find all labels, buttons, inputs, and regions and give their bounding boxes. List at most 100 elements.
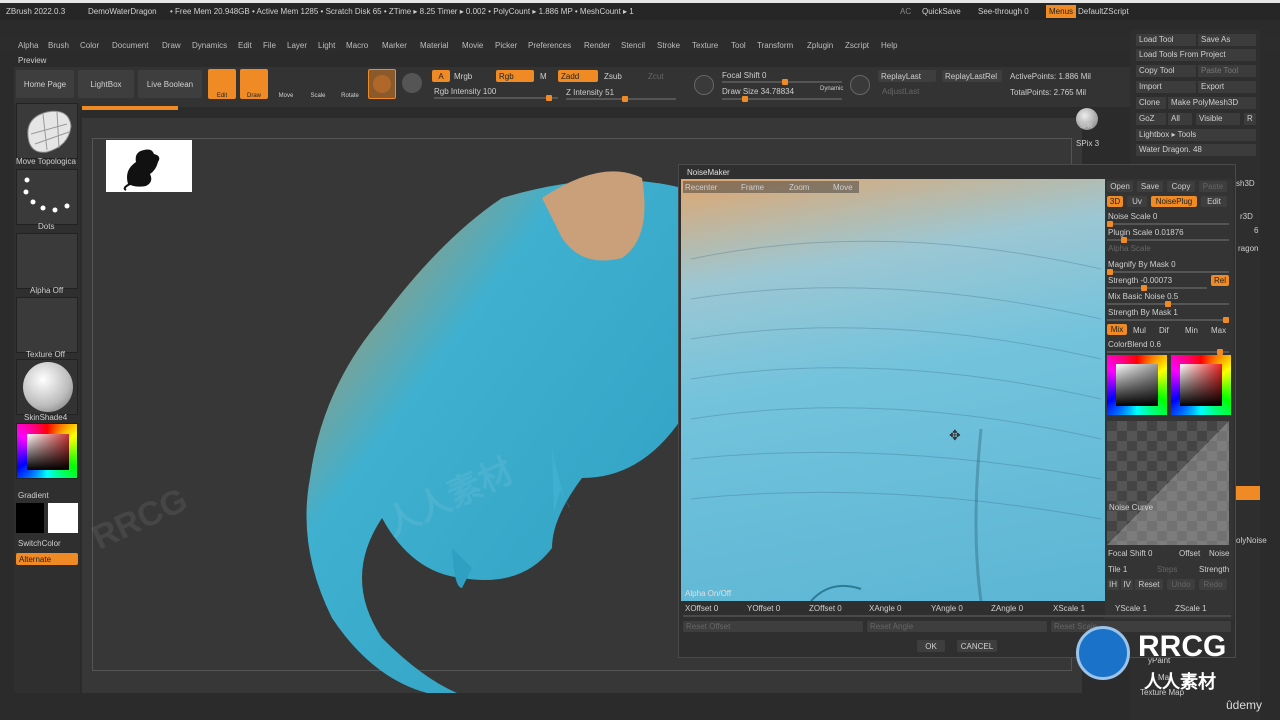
strength-by-mask-slider[interactable]: Strength By Mask 1 [1108,308,1178,317]
open-button[interactable]: Open [1107,181,1133,192]
menu-help[interactable]: Help [881,41,897,50]
dynamic-toggle[interactable]: Dynamic [820,86,843,92]
tile-slider[interactable]: Tile 1 [1108,565,1127,574]
load-tool-button[interactable]: Load Tool [1136,34,1196,46]
menu-preferences[interactable]: Preferences [528,41,571,50]
yin-yang-icon[interactable] [402,73,422,93]
plugin-scale-track[interactable] [1107,237,1229,243]
spix-slider[interactable]: SPix 3 [1076,139,1099,148]
reset-offset-button[interactable]: Reset Offset [683,621,863,632]
spotlight-icon[interactable] [694,75,714,95]
curve-reset-button[interactable]: Reset [1135,579,1163,590]
zoom-button[interactable]: Zoom [789,183,809,192]
plugin-scale-slider[interactable]: Plugin Scale 0.01876 [1108,228,1184,237]
alternate-button[interactable]: Alternate [16,553,78,565]
lightbox-button[interactable]: LightBox [78,70,134,98]
reset-angle-button[interactable]: Reset Angle [867,621,1047,632]
a-button[interactable]: A [432,70,450,82]
offset-label[interactable]: Offset [1179,549,1200,558]
menu-render[interactable]: Render [584,41,610,50]
paste-tool-button[interactable]: Paste Tool [1198,65,1256,77]
menu-material[interactable]: Material [420,41,448,50]
paste-button[interactable]: Paste [1199,181,1227,192]
focal-shift-slider[interactable]: Focal Shift 0 [722,71,766,80]
z-offset-slider[interactable]: ZOffset 0 [809,604,842,613]
y-angle-slider[interactable]: YAngle 0 [931,604,963,613]
menu-macro[interactable]: Macro [346,41,368,50]
save-as-button[interactable]: Save As [1198,34,1256,46]
noise-scale-slider[interactable]: Noise Scale 0 [1108,212,1157,221]
mix-basic-noise-track[interactable] [1107,301,1229,307]
x-offset-slider[interactable]: XOffset 0 [685,604,718,613]
mrgb-button[interactable]: Mrgb [454,72,472,81]
draw-size-slider[interactable]: Draw Size 34.78834 [722,87,794,96]
adjust-last-slider[interactable]: AdjustLast [882,87,919,96]
m-button[interactable]: M [540,72,547,81]
cancel-button[interactable]: CANCEL [957,640,997,652]
menu-file[interactable]: File [263,41,276,50]
visible-button[interactable]: Visible [1196,113,1240,125]
redo-button[interactable]: Redo [1199,579,1227,590]
y-scale-slider[interactable]: YScale 1 [1115,604,1147,613]
steps-slider[interactable]: Steps [1157,565,1177,574]
menu-draw[interactable]: Draw [162,41,181,50]
noiseplug-button[interactable]: NoisePlug [1151,196,1197,207]
mix-button[interactable]: Mix [1107,324,1127,335]
menu-texture[interactable]: Texture [692,41,718,50]
export-button[interactable]: Export [1198,81,1256,93]
zscript-label[interactable]: DefaultZScript [1078,7,1129,16]
lazy-mouse-icon[interactable] [850,75,870,95]
noise-preview[interactable]: Recenter Frame Zoom Move ✥ Alpha On/Off [681,179,1105,601]
edit-button[interactable]: Edit [1201,196,1227,207]
seethrough-slider[interactable]: See-through 0 [978,7,1029,16]
undo-button[interactable]: Undo [1167,579,1195,590]
all-button[interactable]: All [1168,113,1192,125]
zsub-button[interactable]: Zsub [604,72,622,81]
z-intensity-track[interactable] [566,96,676,102]
ok-button[interactable]: OK [917,640,945,652]
strength-slider[interactable]: Strength -0.00073 [1108,276,1172,285]
import-button[interactable]: Import [1136,81,1196,93]
menu-light[interactable]: Light [318,41,335,50]
frame-button[interactable]: Frame [741,183,764,192]
x-scale-slider[interactable]: XScale 1 [1053,604,1085,613]
save-button[interactable]: Save [1137,181,1163,192]
alpha-onoff-button[interactable]: Alpha On/Off [685,589,731,598]
dif-button[interactable]: Dif [1159,326,1169,335]
menu-zplugin[interactable]: Zplugin [807,41,833,50]
copy-button[interactable]: Copy [1167,181,1195,192]
recenter-button[interactable]: Recenter [685,183,717,192]
menu-movie[interactable]: Movie [462,41,483,50]
color-blend-slider[interactable]: ColorBlend 0.6 [1108,340,1161,349]
min-button[interactable]: Min [1185,326,1198,335]
menu-edit[interactable]: Edit [238,41,252,50]
rgb-intensity-slider[interactable]: Rgb Intensity 100 [434,87,496,96]
color-blend-track[interactable] [1107,349,1229,355]
rotate-mode-button[interactable]: Rotate [336,69,364,99]
secondary-color-swatch[interactable] [16,503,44,533]
magnify-mask-track[interactable] [1107,269,1229,275]
menu-color[interactable]: Color [80,41,99,50]
rgb-button[interactable]: Rgb [496,70,534,82]
replay-last-button[interactable]: ReplayLast [878,70,936,82]
noise-curve-editor[interactable]: Noise Curve [1107,421,1229,545]
menu-transform[interactable]: Transform [757,41,793,50]
zadd-button[interactable]: Zadd [558,70,598,82]
quicksave-button[interactable]: QuickSave [922,7,961,16]
scale-mode-button[interactable]: Scale [304,69,332,99]
max-button[interactable]: Max [1211,326,1226,335]
z-angle-slider[interactable]: ZAngle 0 [991,604,1023,613]
orange-tab[interactable] [1236,486,1260,500]
noise-label[interactable]: Noise [1209,549,1229,558]
iv-button[interactable]: IV [1121,579,1133,590]
rgb-intensity-track[interactable] [434,95,558,101]
draw-size-track[interactable] [722,96,842,102]
menu-tool[interactable]: Tool [731,41,746,50]
strength-track[interactable] [1107,285,1207,291]
primary-color-swatch[interactable] [48,503,78,533]
noise-scale-track[interactable] [1107,221,1229,227]
menu-layer[interactable]: Layer [287,41,307,50]
alpha-thumb[interactable] [16,233,78,289]
r-button[interactable]: R [1244,113,1256,125]
color-picker-a[interactable] [1107,355,1167,415]
